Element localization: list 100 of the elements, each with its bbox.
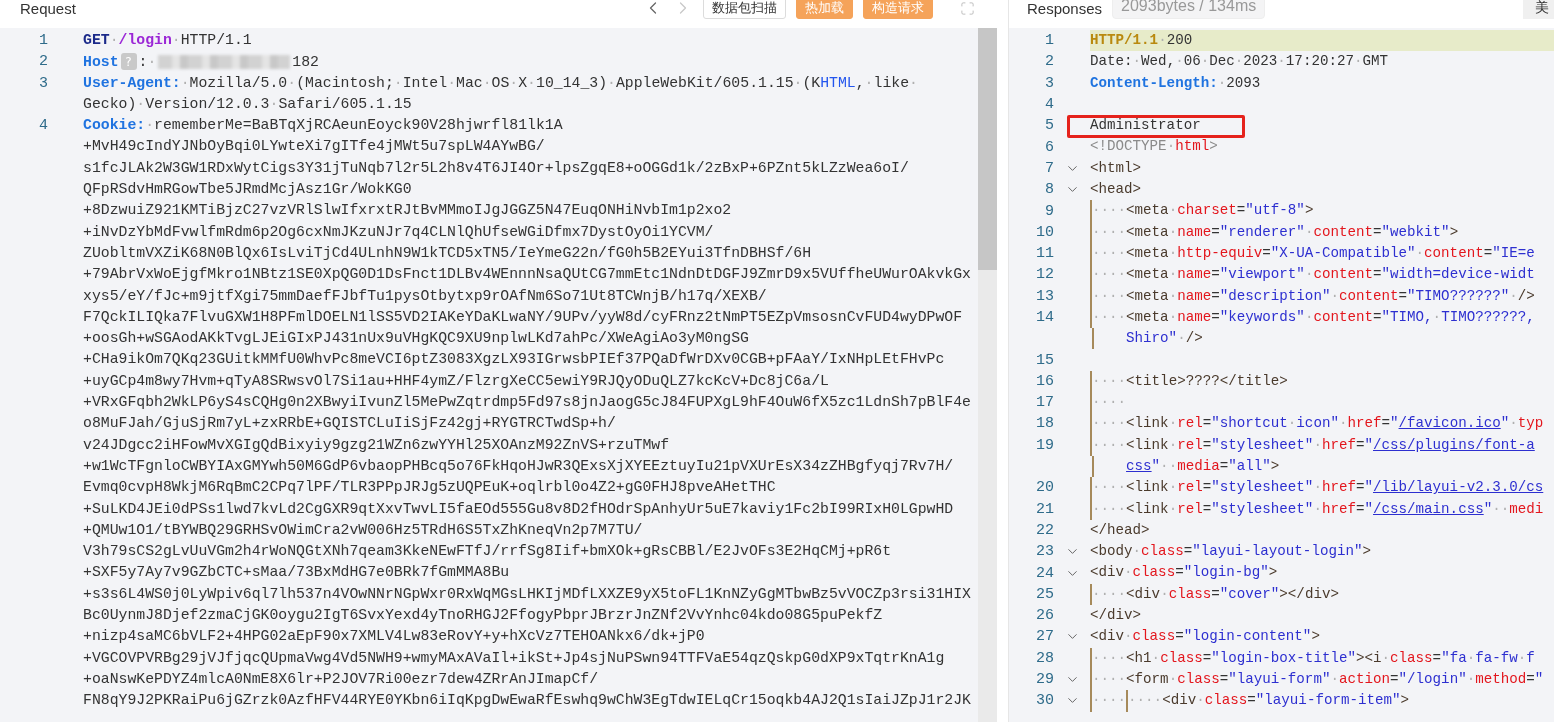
- code-line: Gecko)·Version/12.0.3·Safari/605.1.15: [83, 94, 412, 114]
- stats-badge: 2093bytes / 134ms: [1112, 0, 1266, 19]
- line-number: 13: [1035, 287, 1054, 305]
- code-line: xys5/eY/fJc+m9jtfXgi75mmDaefFJbfTu1pysOtbytxp9rOAfNm6So71Ut8TCWnjB/h17q/XEXB/: [83, 286, 767, 306]
- code-line: ····<meta·name="keywords"·content="TIMO,·TIMO??????,: [1090, 306, 1535, 329]
- code-line: V3h79sCS2gLvUuVGm2h4rWoNQGtXNh7qeam3KkeNEwFTfJ/rrfSg8Iif+bmXOk+gRsCBBl/E2JvOFs3E2HqCMj+pR6t: [83, 542, 892, 562]
- line-number: 16: [1035, 372, 1054, 390]
- code-line: +SXF5y7Ay7v9GZbCTC+sMaa/73BxMdHG7e0BRk7fGmMMA8Bu: [83, 563, 510, 583]
- code-line: s1fcJLAk2W3GW1RDxWytCigs3Y31jTuNqb7l2r5L2h8v4T6JI4Or+lpsZgqE8+oOGGd1k/2zBxP+6PZnt5kLZzWea6oI/: [83, 158, 909, 178]
- code-line: ····<meta·name="viewport"·content="width=device-widt: [1090, 264, 1535, 286]
- line-number: 22: [1035, 521, 1054, 539]
- code-line: Cookie:·rememberMe=BaBTqXjRCAeunEoyck90V28hjwrfl81lk1A: [83, 116, 563, 136]
- help-badge[interactable]: ?: [120, 53, 137, 71]
- code-line: User-Agent:·Mozilla/5.0·(Macintosh;·Intel·Mac·OS·X·10_14_3)·AppleWebKit/605.1.15·(KHTML,·like·: [83, 73, 918, 93]
- code-line: FN8qY9J2PKRaiPu6jGZrzk0AzfHFV44RYE0YKbn6iIqKpgDwEwaRfEswhq9wChW3EgTdwIELqCr15oqkb4AJ2Q1sIaiJZpJ1r2JK: [83, 691, 971, 711]
- code-text: Host: [83, 53, 119, 70]
- line-number: 12: [1035, 266, 1054, 284]
- code-line: +s3s6L4WS0j0LyWpiv6ql7lh537n4VOwNNrNGpWxr0RxWqMGsLHKIjMDfLXXZE9yX5toFL1KnNZyGgMTbwBz5vVOCZp3rsi31HIX: [83, 584, 971, 604]
- code-line: ····<link·rel="stylesheet"·href="/css/plugins/font-a: [1090, 434, 1535, 456]
- code-line: +oaNswKePDYZ4mlcA0NmE8X6lr+P2JOV7Ri00ezr7dew4ZRrAnJImapCf/: [83, 669, 598, 689]
- line-number: 27: [1035, 628, 1054, 646]
- code-line: </div>: [1090, 606, 1142, 625]
- code-line: ····<link·rel="stylesheet"·href="/lib/layui-v2.3.0/cs: [1090, 477, 1544, 499]
- code-line: QFpRSdvHmRGowTbe5JRmdMcjAsz1Gr/WokKG0: [83, 180, 412, 200]
- code-line: ····<meta·name="description"·content="TIMO??????"·/>: [1090, 285, 1535, 307]
- code-line: ····<title>????</title>: [1090, 370, 1288, 393]
- code-line: ····<meta·name="renderer"·content="webkit">: [1090, 221, 1459, 243]
- line-number: 26: [1035, 607, 1054, 625]
- line-number: 23: [1035, 543, 1054, 561]
- toolbar-button[interactable]: 热加载: [796, 0, 853, 19]
- code-line: +iNvDzYbMdFvwlfmRdm6p2Og6cxNmJKzuNJr7q4CLNlQhUfseWGiDfmx7DystOyOi1YCVM/: [83, 222, 714, 242]
- code-line: +w1WcTFgnloCWBYIAxGMYwh50M6GdP6vbaopPHBcq5o76FkHqoHJwR3QExsXjXYEEztuyIu21pVXUrEsX34zZHBgfyqj7Rv7H/: [83, 456, 954, 476]
- line-number: 29: [1035, 671, 1054, 689]
- code-line: v24JDgcc2iHFowMvXGIgQdBixyiy9gzg21WZn6zwYYHl25XOAnzM92ZnVS+rzuTMwf: [83, 435, 670, 455]
- code-text: :·: [138, 53, 157, 70]
- line-number: 14: [1035, 309, 1054, 326]
- line-number: 10: [1035, 223, 1054, 241]
- code-line: <div·class="login-bg">: [1090, 563, 1278, 583]
- line-number: 15: [1035, 351, 1054, 369]
- code-line: Evmq0cvpH8WkjM6RqBmC2CPq7lPF/TLR3PPpJRJg5zUQPEuK+oqlrbl0o4Z2+gG0FHJ8pveAHetTHC: [83, 478, 776, 498]
- code-line: Date:·Wed,·06·Dec·2023·17:20:27·GMT: [1090, 52, 1389, 72]
- line-number: 20: [1035, 479, 1054, 497]
- line-number: 21: [1035, 500, 1054, 518]
- code-line: <body·class="layui-layout-login">: [1090, 542, 1371, 562]
- code-line: css"··media="all">: [1126, 456, 1280, 476]
- code-line: ····: [1090, 392, 1127, 414]
- code-line: +VGCOVPVRBg29jVJfjqcQUpmaVwg4Vd5NWH9+wmyMAxAVaIl+ikSt+Jp4sjNuPSwn94TTFVaE54qzQskpG0dXP9xTqtrKnA1g: [83, 648, 945, 668]
- line-number: 1: [1044, 32, 1054, 50]
- code-line: Bc0UynmJ8Djef2zmaCjGK0oygu2IgT6SvxYexd4yTnoRHGJ2FfogyPbprJBrzrJnZNf2VvYnhc04kdo08G5puPekfZ: [83, 606, 883, 625]
- code-line: o8MuFJah/GjuSjRm7yL+zxRRbE+GQISTCLuIiSjFz42gj+RYGTRCTwdSp+h/: [83, 414, 616, 434]
- line-number: 7: [1044, 159, 1054, 177]
- line-number: 9: [1044, 202, 1054, 220]
- code-line: F7QckILIQka7FlvuGXW1H8PFmlDOELN1lSS5VD2IAKeYDaKLwaNY/9UPv/yyW8d/cyFRnz2tNmPT5EZpVmsosnCvFUD4wyDPwOF: [83, 307, 963, 327]
- panel-title: Request: [20, 0, 76, 18]
- line-number: 2: [1044, 53, 1054, 71]
- code-line: ZUobltmVXZiK68N0BlQx6IsLviTjCd4ULnhN9W1kTCD5xTN5/IeYmeG22n/fG0h5B2EYui3TfnDBHSf/6H: [83, 243, 812, 263]
- code-line: ····<link·rel="stylesheet"·href="/css/main.css"··medi: [1090, 498, 1544, 520]
- line-number: 24: [1035, 564, 1054, 582]
- code-line: ····<div·class="cover"></div>: [1090, 583, 1339, 605]
- line-number: 8: [1044, 181, 1054, 199]
- toolbar-button[interactable]: 数据包扫描: [703, 0, 786, 19]
- line-number: 28: [1035, 649, 1054, 667]
- code-text: 182: [292, 53, 319, 70]
- code-line: +nizp4saMC6bVLF2+4HPG02aEpF90x7XMLV4Lw83eRovY+y+hXcVz7TEHOANkx6/dk+jP0: [83, 627, 705, 647]
- code-line: +oosGh+wSGAodAKkTvgLJEiGIxPJ431nUx9uVHgKQC9XU9nplwLKd7ahPc/XWeAgiAo3yM0ngSG: [83, 329, 749, 349]
- line-number: 5: [1044, 117, 1054, 135]
- code-line: +uyGCp4m8wy7Hvm+qTyA8SRwsvOl7Si1au+HHF4ymZ/FlzrgXeCC5ewiY9RJQyODuQLZ7kcKcV+Dc8jC6a/L: [83, 371, 829, 391]
- code-line: +VRxGFqbh2WkLP6yS4sCQHg0n2XBwyiIvunZl5MePwZqtrdmp5Fd97s8jnJaogG5cJ84FUPXgL9hF4OuW6fX5zc1LdnSh7pBlF4e: [83, 393, 971, 413]
- code-line: ····<meta·http-equiv="X-UA-Compatible"·content="IE=e: [1090, 242, 1535, 265]
- line-number: 3: [1044, 74, 1054, 92]
- toolbar-button[interactable]: 美: [1523, 0, 1554, 19]
- line-number: 18: [1035, 415, 1054, 433]
- line-number: 30: [1035, 692, 1054, 710]
- code-line: GET·/login·HTTP/1.1: [83, 31, 252, 50]
- code-line: <div·class="login-content">: [1090, 627, 1320, 647]
- line-number: 3: [38, 74, 48, 92]
- panel-title: Responses: [1027, 0, 1103, 18]
- code-line: Content-Length:·2093: [1090, 73, 1261, 93]
- toolbar-button[interactable]: 构造请求: [863, 0, 933, 19]
- code-line: Administrator: [1090, 116, 1201, 136]
- line-number: 25: [1035, 585, 1054, 603]
- line-number: 6: [1044, 138, 1054, 156]
- code-line: +SuLKD4JEi0dPSs1lwd7kvLd2CgGXR9qtXxvTwvLI5faEOd555Gu8v8D2fHOdrSpAnhyUr5uE7kaviy1Fc2bI99RIxH0LGpwHD: [83, 499, 954, 519]
- code-line: ····<meta·charset="utf-8">: [1090, 200, 1314, 222]
- line-number: 11: [1035, 245, 1054, 263]
- code-line: <head>: [1090, 180, 1142, 200]
- code-line: </head>: [1090, 520, 1150, 540]
- line-number: 4: [1044, 96, 1054, 114]
- code-line: ····<h1·class="login-box-title"><i·class="fa·fa-fw·f: [1090, 647, 1535, 669]
- code-line: ········<div·class="layui-form-item">: [1090, 690, 1410, 712]
- line-number: 2: [38, 53, 48, 71]
- scrollbar[interactable]: [978, 28, 997, 722]
- code-line: +QMUw1O1/tBYWBQ29GRHSvOWimCra2vW006Hz5TRdH6S5TxZhKneqVn2p7M7TU/: [83, 520, 643, 540]
- code-line: ····<link·rel="shortcut·icon"·href="/favicon.ico"·typ: [1090, 413, 1544, 435]
- code-line: +CHa9ikOm7QKq23GUitkMMfU0WhvPc8meVCI6ptZ3083XgzLX93IGrwsbPIEf37PQaDfWrDXv0CGB+pFAaY/IxNHpLEtFHvPc: [83, 350, 945, 370]
- code-line: ····<form·class="layui-form"·action="/login"·method=": [1090, 668, 1544, 691]
- line-number: 4: [38, 117, 48, 135]
- code-line: +79AbrVxWoEjgfMkro1NBtz1SE0XpQG0D1DsFnct1DLBv4WEnnnNsaQUtCG7mmEtc1NdnDtDGFJ9ZmrD9x5VUffheUWurOAkvkGx: [83, 265, 971, 285]
- line-number: 1: [38, 32, 48, 50]
- code-line: Shiro"·/>: [1126, 329, 1203, 349]
